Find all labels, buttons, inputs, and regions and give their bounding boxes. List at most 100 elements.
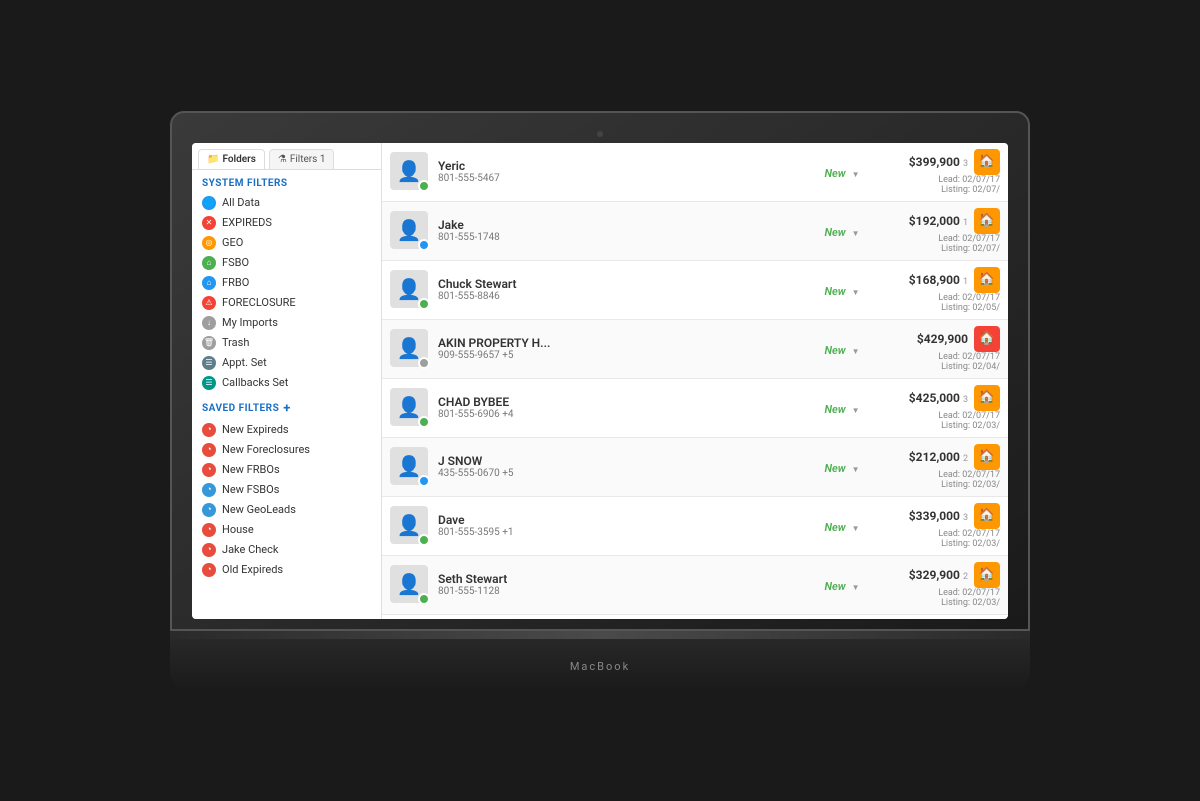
filter-geo[interactable]: ◎ GEO	[192, 233, 381, 253]
lead-row[interactable]: 👤 Seth Stewart 801-555-1128 New ▼ $329,9…	[382, 556, 1008, 615]
lead-meta: Lead: 02/07/17Listing: 02/03/	[880, 588, 1000, 608]
lead-price-yeric: $399,900 3 🏠 Lead: 02/07/17Listing: 02/0…	[880, 149, 1000, 195]
lead-price-seth: $329,900 2 🏠 Lead: 02/07/17Listing: 02/0…	[880, 562, 1000, 608]
saved-new-geoleads[interactable]: ◔ New GeoLeads	[192, 500, 381, 520]
lead-row[interactable]: 👤 Jake 801-555-1748 New ▼ $192,000 1	[382, 202, 1008, 261]
person-icon: 👤	[397, 277, 422, 301]
person-icon: 👤	[397, 513, 422, 537]
saved-new-expireds[interactable]: ◔ New Expireds	[192, 420, 381, 440]
lead-info-dave: Dave 801-555-3595 +1	[438, 513, 804, 538]
status-new-badge: New	[824, 344, 845, 357]
saved-new-frbos[interactable]: ◔ New FRBOs	[192, 460, 381, 480]
person-icon: 👤	[397, 395, 422, 419]
filter-all-data[interactable]: 🌐 All Data	[192, 193, 381, 213]
filter-icon: ⚗	[278, 154, 287, 165]
status-new-badge: New	[824, 226, 845, 239]
filter-foreclosure[interactable]: ⚠ FORECLOSURE	[192, 293, 381, 313]
tab-folders[interactable]: 📁 Folders	[198, 149, 265, 169]
filter-frbo[interactable]: ⌂ FRBO	[192, 273, 381, 293]
lead-status-akin[interactable]: New ▼	[812, 339, 872, 358]
avatar-chad: 👤	[390, 388, 430, 428]
lead-row[interactable]: 👤 CHAD BYBEE 801-555-6906 +4 New ▼ $425,…	[382, 379, 1008, 438]
lead-info-chad: CHAD BYBEE 801-555-6906 +4	[438, 395, 804, 420]
property-icon-orange: 🏠	[974, 503, 1000, 529]
status-dropdown-arrow[interactable]: ▼	[852, 170, 860, 179]
new-fsbos-icon: ◔	[202, 483, 216, 497]
status-new-badge: New	[824, 403, 845, 416]
person-icon: 👤	[397, 159, 422, 183]
macbook-label: MacBook	[570, 660, 630, 673]
new-fsbos-label: New FSBOs	[222, 483, 279, 496]
property-icon-orange: 🏠	[974, 444, 1000, 470]
person-icon: 👤	[397, 454, 422, 478]
price-value: $429,900	[917, 332, 968, 346]
add-saved-filter-button[interactable]: +	[283, 401, 291, 416]
price-value: $399,900 3	[909, 155, 968, 169]
price-value: $425,000 3	[909, 391, 968, 405]
filter-trash[interactable]: 🗑 Trash	[192, 333, 381, 353]
lead-phone: 801-555-1128	[438, 586, 804, 597]
status-dropdown-arrow[interactable]: ▼	[852, 465, 860, 474]
saved-new-foreclosures[interactable]: ◔ New Foreclosures	[192, 440, 381, 460]
status-dropdown-arrow[interactable]: ▼	[852, 347, 860, 356]
camera	[597, 131, 603, 137]
lead-row[interactable]: 👤 Yeric 801-555-5467 New ▼ $399,900 3	[382, 143, 1008, 202]
saved-old-expireds[interactable]: ◔ Old Expireds	[192, 560, 381, 580]
status-dropdown-arrow[interactable]: ▼	[852, 406, 860, 415]
lead-status-jsnow[interactable]: New ▼	[812, 457, 872, 476]
system-filters-heading: SYSTEM FILTERS	[192, 170, 381, 193]
lead-status-jake[interactable]: New ▼	[812, 221, 872, 240]
filter-appt-set[interactable]: ☰ Appt. Set	[192, 353, 381, 373]
lead-price-dave: $339,000 3 🏠 Lead: 02/07/17Listing: 02/0…	[880, 503, 1000, 549]
status-dropdown-arrow[interactable]: ▼	[852, 288, 860, 297]
lead-info-chuck: Chuck Stewart 801-555-8846	[438, 277, 804, 302]
price-value: $339,000 3	[909, 509, 968, 523]
house-label: House	[222, 523, 254, 536]
lead-status-dave[interactable]: New ▼	[812, 516, 872, 535]
saved-jake-check[interactable]: ◔ Jake Check	[192, 540, 381, 560]
saved-new-fsbos[interactable]: ◔ New FSBOs	[192, 480, 381, 500]
new-expireds-label: New Expireds	[222, 423, 289, 436]
old-expireds-label: Old Expireds	[222, 563, 283, 576]
status-dropdown-arrow[interactable]: ▼	[852, 229, 860, 238]
tab-folders-label: Folders	[222, 154, 255, 165]
avatar-akin: 👤	[390, 329, 430, 369]
saved-house[interactable]: ◔ House	[192, 520, 381, 540]
sidebar-tab-bar: 📁 Folders ⚗ Filters 1	[192, 143, 381, 170]
lead-meta: Lead: 02/07/17Listing: 02/07/	[880, 234, 1000, 254]
status-new-badge: New	[824, 285, 845, 298]
lead-row[interactable]: 👤 AKIN PROPERTY H... 909-555-9657 +5 New…	[382, 320, 1008, 379]
lead-status-yeric[interactable]: New ▼	[812, 162, 872, 181]
status-dropdown-arrow[interactable]: ▼	[852, 524, 860, 533]
lead-name: Yeric	[438, 159, 804, 173]
lead-status-chad[interactable]: New ▼	[812, 398, 872, 417]
lead-status-seth[interactable]: New ▼	[812, 575, 872, 594]
filter-callbacks[interactable]: ☰ Callbacks Set	[192, 373, 381, 393]
lead-row[interactable]: 👤 Chuck Stewart 801-555-8846 New ▼ $168,…	[382, 261, 1008, 320]
lead-name: Seth Stewart	[438, 572, 804, 586]
filter-expireds[interactable]: ✕ EXPIREDS	[192, 213, 381, 233]
trash-icon: 🗑	[202, 336, 216, 350]
lead-name: CHAD BYBEE	[438, 395, 804, 409]
filter-fsbo[interactable]: ⌂ FSBO	[192, 253, 381, 273]
lead-price-chad: $425,000 3 🏠 Lead: 02/07/17Listing: 02/0…	[880, 385, 1000, 431]
tab-filters[interactable]: ⚗ Filters 1	[269, 149, 335, 169]
lead-phone: 801-555-8846	[438, 291, 804, 302]
lead-row[interactable]: 👤 Maureen Genski $20,000 1.4 🏠	[382, 615, 1008, 619]
laptop-base: MacBook	[170, 631, 1030, 691]
lead-row[interactable]: 👤 Dave 801-555-3595 +1 New ▼ $339,000 3	[382, 497, 1008, 556]
price-value: $192,000 1	[909, 214, 968, 228]
price-value: $168,900 1	[909, 273, 968, 287]
callbacks-label: Callbacks Set	[222, 376, 288, 389]
lead-row[interactable]: 👤 J SNOW 435-555-0670 +5 New ▼ $212,000 …	[382, 438, 1008, 497]
lead-meta: Lead: 02/07/17Listing: 02/05/	[880, 293, 1000, 313]
lead-status-chuck[interactable]: New ▼	[812, 280, 872, 299]
new-frbos-label: New FRBOs	[222, 463, 280, 476]
lead-info-yeric: Yeric 801-555-5467	[438, 159, 804, 184]
person-icon: 👤	[397, 218, 422, 242]
status-dropdown-arrow[interactable]: ▼	[852, 583, 860, 592]
status-dot	[418, 593, 430, 605]
tab-filters-label: Filters 1	[290, 154, 326, 165]
filter-my-imports[interactable]: ↓ My Imports	[192, 313, 381, 333]
appt-label: Appt. Set	[222, 356, 267, 369]
